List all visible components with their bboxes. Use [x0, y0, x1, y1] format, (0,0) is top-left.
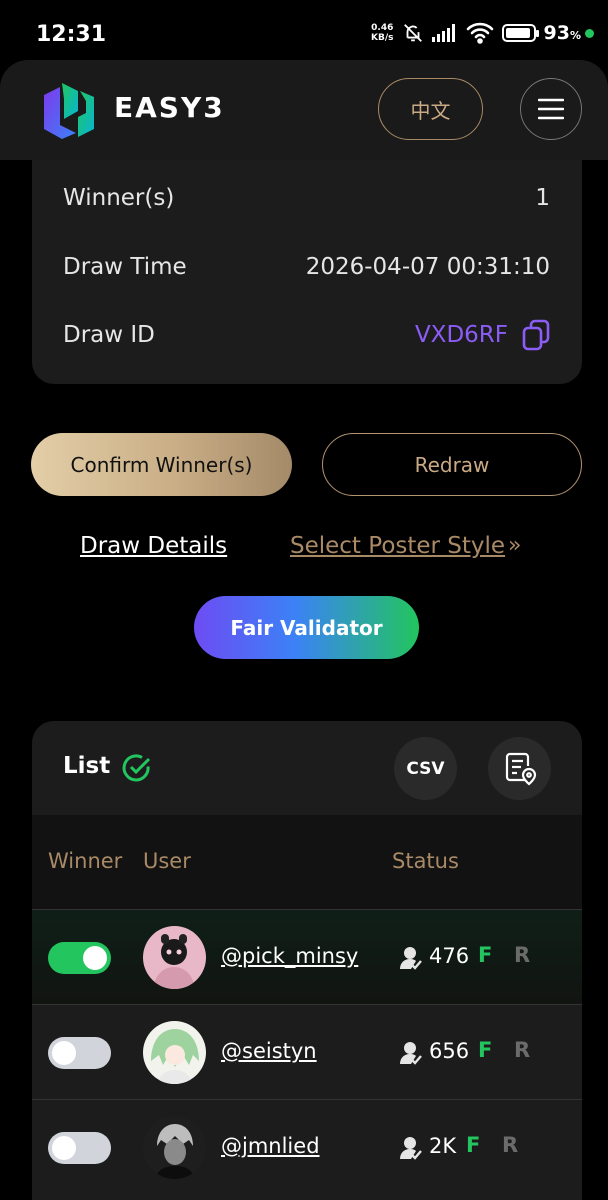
column-user: User	[143, 849, 191, 873]
fair-validator-button[interactable]: Fair Validator	[194, 596, 419, 659]
table-row: @pick_minsy 476 F R	[32, 909, 582, 1004]
hamburger-icon	[538, 98, 564, 120]
battery-percent: 93%	[543, 22, 581, 44]
app-header: EASY3 中文	[0, 60, 608, 160]
avatar[interactable]	[143, 1021, 206, 1084]
winner-toggle[interactable]	[48, 942, 111, 974]
user-check-icon	[400, 1042, 422, 1065]
follow-status-r: R	[514, 1038, 531, 1062]
avatar[interactable]	[143, 926, 206, 989]
follow-status-f: F	[478, 1038, 493, 1062]
winner-toggle[interactable]	[48, 1037, 111, 1069]
user-check-icon	[400, 1137, 422, 1160]
participant-list-card: List CSV Winner User Status @pick_minsy …	[32, 721, 582, 1200]
menu-button[interactable]	[520, 78, 582, 140]
copy-icon[interactable]	[522, 319, 550, 351]
battery-level	[505, 28, 530, 38]
brand-name: EASY3	[114, 91, 225, 124]
mute-bell-icon	[403, 24, 422, 42]
winner-toggle[interactable]	[48, 1132, 111, 1164]
username-link[interactable]: @jmnlied	[221, 1134, 320, 1158]
winners-label: Winner(s)	[63, 185, 175, 211]
follow-status-r: R	[514, 943, 531, 967]
list-title: List	[63, 753, 111, 779]
double-chevron-right-icon: »	[508, 533, 522, 558]
toggle-knob	[52, 1041, 76, 1065]
status-time: 12:31	[36, 22, 107, 47]
toggle-knob	[83, 946, 107, 970]
language-button[interactable]: 中文	[378, 78, 483, 140]
redraw-button[interactable]: Redraw	[322, 433, 582, 496]
follow-status-f: F	[466, 1133, 481, 1157]
check-circle-icon	[122, 754, 151, 782]
follower-count: 656	[429, 1039, 470, 1063]
username-link[interactable]: @seistyn	[221, 1039, 317, 1063]
network-speed: 0.46 KB/s	[371, 23, 394, 43]
follower-count: 476	[429, 944, 470, 968]
avatar[interactable]	[143, 1116, 206, 1179]
wifi-icon	[466, 22, 493, 44]
column-winner: Winner	[48, 849, 123, 873]
draw-time-value: 2026-04-07 00:31:10	[305, 254, 550, 280]
battery-icon	[501, 24, 539, 42]
toggle-knob	[52, 1136, 76, 1160]
draw-time-label: Draw Time	[63, 254, 187, 280]
draw-id-value: VXD6RF	[414, 322, 508, 348]
draw-id-row: Draw ID VXD6RF	[63, 319, 550, 351]
draw-id-value-group: VXD6RF	[415, 319, 550, 351]
draw-id-label: Draw ID	[63, 322, 155, 348]
table-row: @seistyn 656 F R	[32, 1004, 582, 1099]
column-status: Status	[392, 849, 459, 873]
username-link[interactable]: @pick_minsy	[221, 944, 358, 968]
table-row: @jmnlied 2K F R	[32, 1099, 582, 1194]
select-poster-style-link[interactable]: Select Poster Style	[290, 533, 505, 559]
user-check-icon	[400, 947, 422, 970]
signal-icon	[431, 24, 455, 42]
follow-status-f: F	[478, 943, 493, 967]
follow-status-r: R	[502, 1133, 519, 1157]
csv-export-button[interactable]: CSV	[394, 737, 457, 800]
winners-row: Winner(s) 1	[63, 185, 550, 211]
document-location-button[interactable]	[488, 737, 551, 800]
table-header: Winner User Status	[32, 815, 582, 909]
draw-details-link[interactable]: Draw Details	[80, 533, 227, 559]
draw-time-row: Draw Time 2026-04-07 00:31:10	[63, 254, 550, 280]
confirm-winners-button[interactable]: Confirm Winner(s)	[31, 433, 292, 496]
winners-value: 1	[535, 185, 550, 211]
easy3-logo[interactable]	[42, 81, 96, 139]
document-pin-icon	[505, 752, 536, 785]
charging-dot	[585, 28, 594, 38]
status-icons: 0.46 KB/s 93%	[371, 22, 594, 44]
follower-count: 2K	[429, 1134, 457, 1158]
